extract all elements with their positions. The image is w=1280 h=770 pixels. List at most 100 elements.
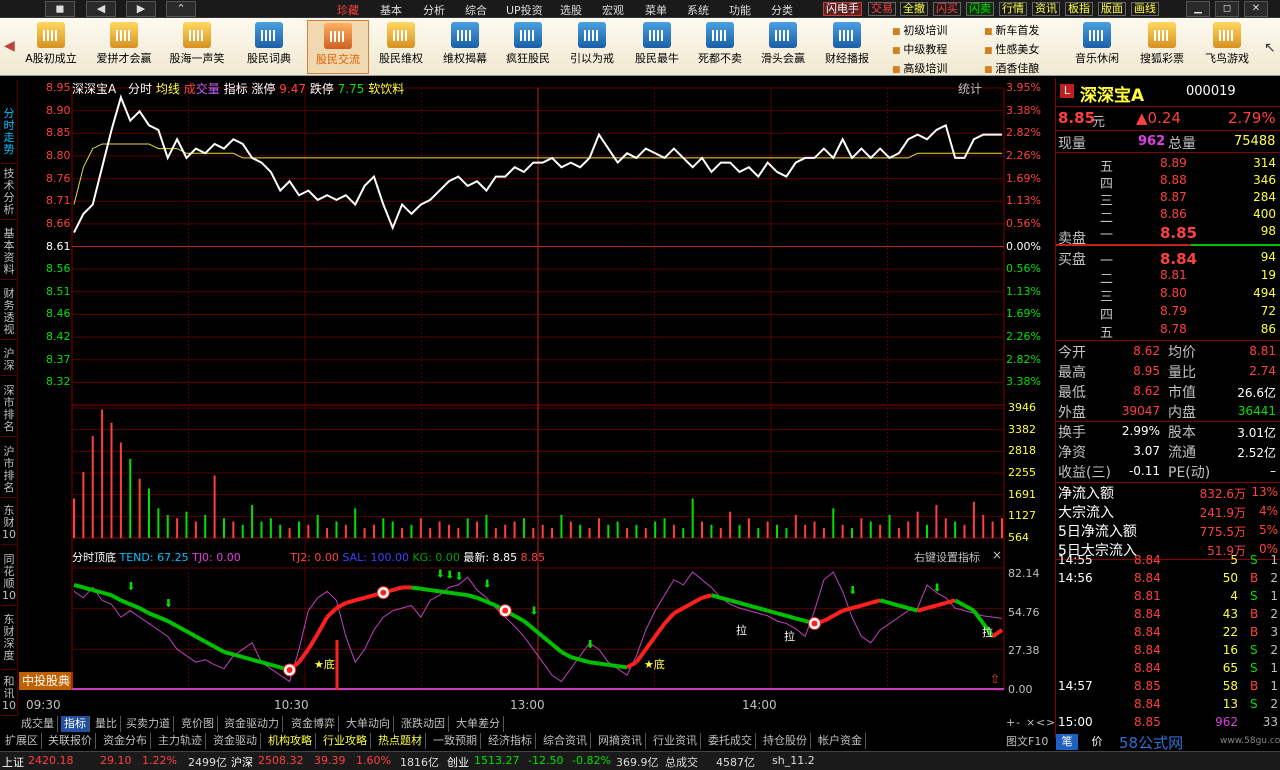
- vtab-dongcai-depth[interactable]: 东财深度: [1, 614, 17, 670]
- menu-xuangu[interactable]: 选股: [560, 2, 582, 18]
- link-promo-3[interactable]: 酒香佳酿: [984, 60, 1039, 79]
- minimize-icon[interactable]: ▁: [1186, 1, 1210, 17]
- toolbar-item[interactable]: 股民维权: [370, 20, 432, 74]
- toolbar-item[interactable]: 股民词典: [238, 20, 300, 74]
- extended-tab[interactable]: 一致预期: [430, 733, 481, 749]
- indicator-tab[interactable]: 涨跌动因: [398, 716, 449, 732]
- chart-nav-icon[interactable]: +: [1006, 716, 1015, 729]
- menu-jiben[interactable]: 基本: [380, 2, 402, 18]
- toolbar-item[interactable]: 搜狐彩票: [1131, 20, 1193, 74]
- extended-tab[interactable]: 委托成交: [705, 733, 756, 749]
- toolbar-item[interactable]: 维权揭幕: [434, 20, 496, 74]
- tag-cancel-all[interactable]: 全撤: [900, 2, 928, 16]
- indicator-tab[interactable]: 资金博弈: [288, 716, 339, 732]
- tag-trade[interactable]: 交易: [868, 2, 896, 16]
- vtab-tonghuashun[interactable]: 同花顺10: [1, 554, 17, 606]
- chart-tab-avg[interactable]: 均线: [156, 82, 180, 96]
- extended-tab[interactable]: 资金分布: [100, 733, 151, 749]
- link-training-3[interactable]: 高级培训: [892, 60, 947, 79]
- toolbar-item[interactable]: 股民最牛: [626, 20, 688, 74]
- indicator-tab[interactable]: 成交量: [18, 716, 58, 732]
- extended-tab[interactable]: 资金驱动: [210, 733, 261, 749]
- chart-tab-indicator[interactable]: 指标: [224, 82, 248, 96]
- menu-fenlei[interactable]: 分类: [771, 2, 793, 18]
- indicator-tab[interactable]: 量比: [92, 716, 121, 732]
- toolbar-item[interactable]: 股海一声笑: [166, 20, 228, 74]
- indicator-close-icon[interactable]: ×: [992, 548, 1002, 562]
- tab-tick[interactable]: 笔: [1056, 734, 1078, 750]
- toolbar-item[interactable]: 音乐休闲: [1066, 20, 1128, 74]
- vtab-basic[interactable]: 基本资料: [1, 228, 17, 280]
- tag-quote[interactable]: 行情: [999, 2, 1027, 16]
- vtab-intraday[interactable]: 分时走势: [1, 108, 17, 164]
- extended-tab[interactable]: 关联报价: [45, 733, 96, 749]
- close-icon[interactable]: ✕: [1244, 1, 1268, 17]
- extended-tab[interactable]: 机构攻略: [265, 733, 316, 749]
- maximize-icon[interactable]: ◻: [1215, 1, 1239, 17]
- toolbar-item[interactable]: 疯狂股民: [497, 20, 559, 74]
- chart-tab-volume[interactable]: 交量: [196, 82, 220, 96]
- chart-nav-icon[interactable]: <: [1036, 716, 1045, 729]
- toolbar-item[interactable]: A股初成立: [20, 20, 82, 74]
- chart-nav-icon[interactable]: ×: [1026, 716, 1035, 729]
- indicator-tab[interactable]: 买卖力道: [123, 716, 174, 732]
- tab-price[interactable]: 价: [1086, 734, 1108, 750]
- link-promo-1[interactable]: 新车首发: [984, 22, 1039, 41]
- extended-tab[interactable]: 热点题材: [375, 733, 426, 749]
- up-icon[interactable]: ⌃: [166, 1, 196, 17]
- ind-name[interactable]: 分时顶底: [72, 551, 116, 564]
- extended-tab[interactable]: 网摘资讯: [595, 733, 646, 749]
- toolbar-item-selected[interactable]: 股民交流: [307, 20, 369, 74]
- link-training-1[interactable]: 初级培训: [892, 22, 947, 41]
- chart-nav-icon[interactable]: -: [1016, 716, 1020, 729]
- toolbar-item[interactable]: 财经播报: [816, 20, 878, 74]
- chart-tab-volume-1[interactable]: 成: [184, 82, 196, 96]
- extended-tab[interactable]: 持仓股份: [760, 733, 811, 749]
- chart-tab-intraday[interactable]: 分时: [128, 82, 152, 96]
- f10-button[interactable]: 图文F10: [1006, 733, 1048, 749]
- tag-board[interactable]: 板指: [1065, 2, 1093, 16]
- menu-hongguan[interactable]: 宏观: [602, 2, 624, 18]
- vtab-hexun[interactable]: 和讯10: [1, 676, 17, 716]
- menu-zhencang[interactable]: 珍藏: [337, 2, 359, 18]
- vtab-sh-rank[interactable]: 沪市排名: [1, 446, 17, 498]
- extended-tab[interactable]: 行业资讯: [650, 733, 701, 749]
- sector-label[interactable]: 软饮料: [368, 82, 404, 96]
- tag-news[interactable]: 资讯: [1032, 2, 1060, 16]
- menu-xitong[interactable]: 系统: [687, 2, 709, 18]
- vtab-dongcai[interactable]: 东财10: [1, 505, 17, 545]
- vtab-technical[interactable]: 技术分析: [1, 168, 17, 220]
- tag-draw[interactable]: 画线: [1131, 2, 1159, 16]
- vtab-sz-rank[interactable]: 深市排名: [1, 385, 17, 437]
- stats-button[interactable]: 统计: [958, 80, 982, 97]
- menu-gongneng[interactable]: 功能: [729, 2, 751, 18]
- extended-tab[interactable]: 综合资讯: [540, 733, 591, 749]
- toolbar-item[interactable]: 引以为戒: [561, 20, 623, 74]
- indicator-tab[interactable]: 竞价图: [178, 716, 218, 732]
- forward-icon[interactable]: ▶: [126, 1, 156, 17]
- link-training-2[interactable]: 中级教程: [892, 41, 947, 60]
- tag-flash-sell[interactable]: 闪卖: [966, 2, 994, 16]
- indicator-settings-hint[interactable]: 右键设置指标: [914, 549, 980, 565]
- vtab-husen[interactable]: 沪深: [1, 348, 17, 376]
- tag-layout[interactable]: 版面: [1098, 2, 1126, 16]
- tag-flash-hand[interactable]: 闪电手: [823, 2, 862, 16]
- tag-flash-buy[interactable]: 闪买: [933, 2, 961, 16]
- link-promo-2[interactable]: 性感美女: [984, 41, 1039, 60]
- menu-caidan[interactable]: 菜单: [645, 2, 667, 18]
- toolbar-item[interactable]: 爱拼才会赢: [93, 20, 155, 74]
- back-icon[interactable]: ◀: [86, 1, 116, 17]
- vtab-finance[interactable]: 财务透视: [1, 288, 17, 340]
- indicator-tab[interactable]: 资金驱动力: [221, 716, 283, 732]
- indicator-tab[interactable]: 大单动向: [343, 716, 394, 732]
- menu-fenxi[interactable]: 分析: [423, 2, 445, 18]
- indicator-tab[interactable]: 大单差分: [453, 716, 504, 732]
- menu-up-invest[interactable]: UP投资: [506, 2, 543, 18]
- extended-tab[interactable]: 帐户资金: [815, 733, 866, 749]
- home-icon[interactable]: ◼: [45, 1, 75, 17]
- intraday-chart[interactable]: ⬇⬇⬇ ⬇ ⬇⬇⬇⬇⬇ ⬇: [18, 78, 1054, 718]
- indicator-tab[interactable]: 指标: [61, 716, 90, 732]
- toolbar-left-arrow-icon[interactable]: ◀: [4, 38, 15, 54]
- chart-nav-icon[interactable]: >: [1046, 716, 1055, 729]
- extended-tab[interactable]: 主力轨迹: [155, 733, 206, 749]
